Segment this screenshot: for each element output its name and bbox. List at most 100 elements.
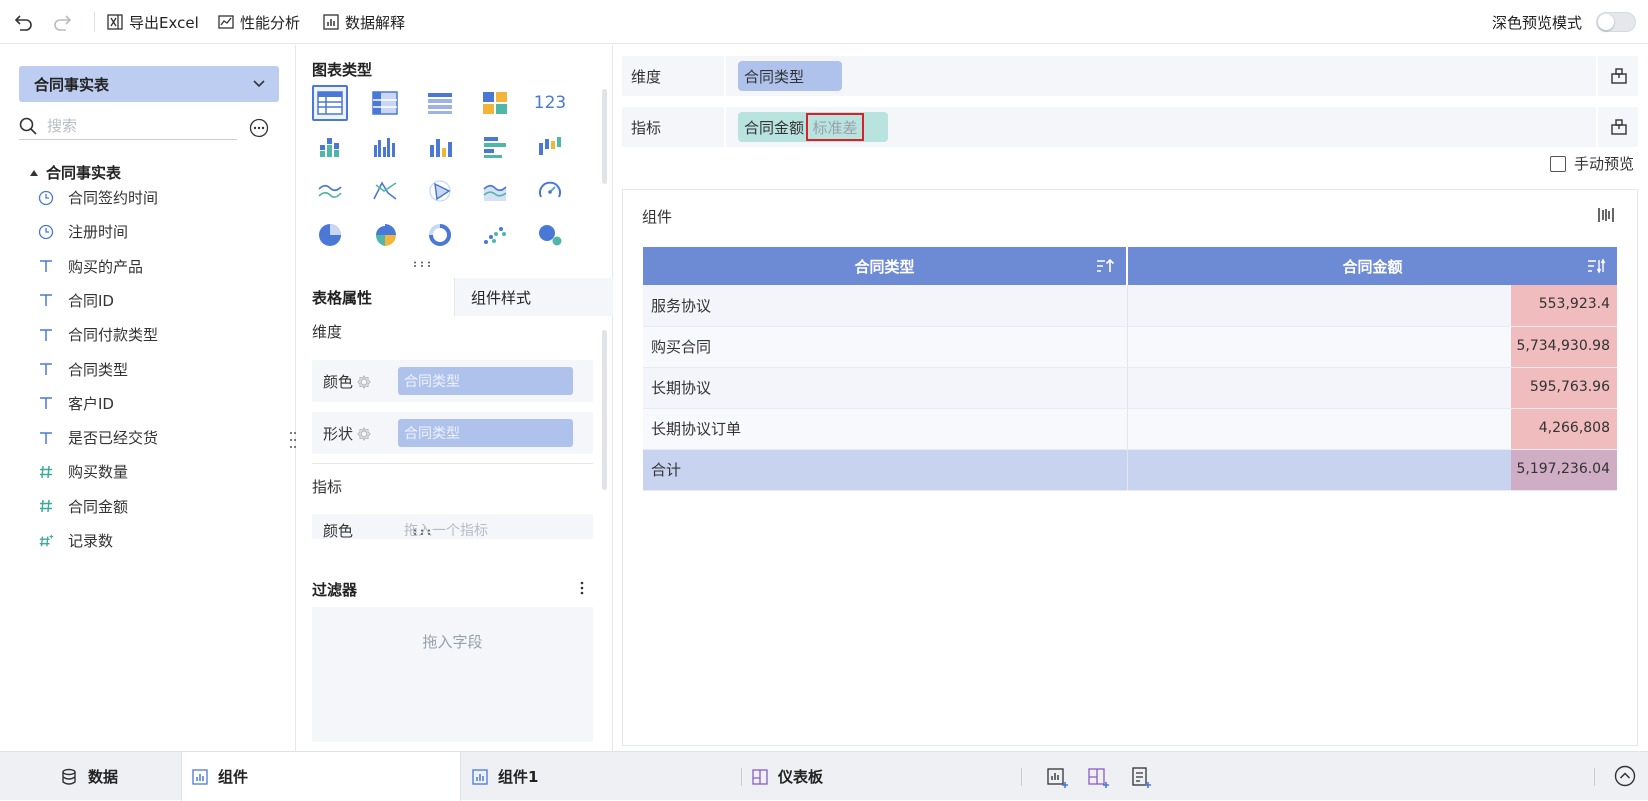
sort-ascending-icon[interactable]: [1096, 258, 1114, 274]
field-item[interactable]: 注册时间: [38, 221, 128, 242]
text-type-icon: [38, 430, 54, 446]
chart-type-stacked-bar[interactable]: [312, 129, 348, 165]
color-field-chip[interactable]: 合同类型: [398, 367, 573, 395]
polyline-icon: [373, 181, 397, 200]
field-label: 客户ID: [68, 394, 114, 413]
tab-data[interactable]: 数据: [60, 752, 118, 801]
performance-analysis-button[interactable]: 性能分析: [218, 11, 300, 33]
field-item[interactable]: 购买数量: [38, 461, 128, 482]
chart-type-pie[interactable]: [312, 217, 348, 253]
chart-type-gauge[interactable]: [532, 173, 568, 209]
field-item[interactable]: 是否已经交货: [38, 427, 158, 448]
collapse-up-icon[interactable]: [1614, 765, 1636, 787]
component-preview: 组件 合同类型 合同金额 服务协议 553,923.4 购买合同 5,734,9…: [622, 189, 1638, 746]
field-label: 合同金额: [68, 497, 129, 516]
chart-type-grouped-bar[interactable]: [367, 129, 403, 165]
tab-component-1[interactable]: 组件1: [472, 752, 538, 801]
table-row[interactable]: 长期协议订单 4,266,808: [643, 408, 1617, 450]
property-scrollbar[interactable]: [602, 330, 607, 490]
bubble-chart-icon: [539, 225, 562, 246]
settings-gear-icon[interactable]: [357, 426, 371, 441]
tab-dashboard[interactable]: 仪表板: [752, 752, 823, 801]
manual-preview-checkbox[interactable]: [1550, 155, 1566, 172]
filter-drag-handle-icon[interactable]: [412, 529, 432, 535]
field-item[interactable]: 合同付款类型: [38, 324, 158, 345]
data-explain-button[interactable]: 数据解释: [323, 11, 405, 33]
text-type-icon: [38, 395, 54, 411]
table-total-row[interactable]: 合计 5,197,236.04: [643, 449, 1617, 491]
chart-type-table[interactable]: [312, 85, 348, 121]
field-item[interactable]: 合同金额: [38, 496, 128, 517]
table-row[interactable]: 长期协议 595,763.96: [643, 367, 1617, 409]
shelf-separator: [1596, 107, 1598, 147]
clock-icon: [38, 190, 54, 206]
redo-icon[interactable]: [52, 12, 72, 32]
dimension-shelf[interactable]: 维度 合同类型: [622, 56, 1638, 96]
field-item[interactable]: 合同ID: [38, 290, 114, 311]
tree-root-table[interactable]: 合同事实表: [30, 162, 121, 183]
chart-type-bubble[interactable]: [532, 217, 568, 253]
chart-type-horizontal-bar[interactable]: [477, 129, 513, 165]
panel-drag-handle-icon[interactable]: [412, 261, 432, 267]
search-input[interactable]: [47, 116, 217, 135]
undo-icon[interactable]: [14, 12, 34, 32]
search-icon: [19, 117, 37, 135]
tab-component[interactable]: 组件: [181, 752, 461, 801]
hierarchy-icon[interactable]: [1610, 118, 1628, 136]
dark-mode-toggle[interactable]: [1596, 12, 1636, 32]
more-options-icon[interactable]: [249, 118, 269, 138]
measure-shelf[interactable]: 指标 合同金额 标准差: [622, 107, 1638, 147]
export-excel-label: 导出Excel: [129, 13, 199, 32]
measure-field-chip[interactable]: 合同金额 标准差: [738, 112, 888, 142]
sort-toggle-icon[interactable]: [1587, 258, 1605, 274]
dimension-chip-label: 合同类型: [744, 67, 805, 86]
shelf-separator: [724, 56, 726, 96]
add-dashboard-icon[interactable]: [1088, 766, 1110, 788]
field-item[interactable]: 合同签约时间: [38, 187, 158, 208]
vertical-more-icon[interactable]: [579, 581, 585, 595]
chart-type-kpi-card[interactable]: [477, 85, 513, 121]
chevron-down-icon: [253, 80, 265, 88]
hierarchy-icon[interactable]: [1610, 67, 1628, 85]
shape-field-chip[interactable]: 合同类型: [398, 419, 573, 447]
field-item[interactable]: 客户ID: [38, 393, 114, 414]
chart-type-line[interactable]: [312, 173, 348, 209]
add-component-icon[interactable]: [1047, 766, 1069, 788]
column-header-contract-amount[interactable]: 合同金额: [1127, 247, 1617, 285]
chart-type-number[interactable]: 123: [532, 85, 568, 121]
table-selector[interactable]: 合同事实表: [19, 66, 279, 102]
field-item[interactable]: 购买的产品: [38, 256, 143, 277]
chart-type-scrollbar[interactable]: [602, 89, 607, 184]
resize-grip-icon[interactable]: [289, 430, 297, 450]
data-table: 合同类型 合同金额 服务协议 553,923.4 购买合同 5,734,930.…: [643, 247, 1617, 491]
chart-type-polyline[interactable]: [367, 173, 403, 209]
chart-type-crosstab[interactable]: [367, 85, 403, 121]
tab-component-style[interactable]: 组件样式: [454, 278, 613, 316]
field-item[interactable]: 合同类型: [38, 359, 128, 380]
chart-type-column[interactable]: [422, 129, 458, 165]
chart-type-area[interactable]: [477, 173, 513, 209]
add-report-icon[interactable]: [1130, 766, 1152, 788]
chart-type-rose[interactable]: [367, 217, 403, 253]
column-width-icon[interactable]: [1597, 206, 1615, 224]
manual-preview-option[interactable]: 手动预览: [1550, 153, 1634, 174]
chart-type-range-bar[interactable]: [532, 129, 568, 165]
column-header-contract-type[interactable]: 合同类型: [643, 247, 1128, 285]
export-excel-button[interactable]: 导出Excel: [107, 11, 199, 33]
filter-drop-zone[interactable]: 拖入字段: [312, 607, 593, 742]
table-row[interactable]: 购买合同 5,734,930.98: [643, 326, 1617, 368]
chart-type-scatter[interactable]: [477, 217, 513, 253]
table-row[interactable]: 服务协议 553,923.4: [643, 285, 1617, 327]
bar-chart-icon: [323, 14, 339, 30]
field-label: 注册时间: [68, 223, 129, 242]
settings-gear-icon[interactable]: [357, 374, 371, 389]
aggregation-label-highlighted[interactable]: 标准差: [806, 113, 864, 141]
measure-chip-label: 合同金额: [744, 118, 805, 137]
chart-type-donut[interactable]: [422, 217, 458, 253]
table-chart-icon: [317, 91, 343, 115]
chart-type-detail-table[interactable]: [422, 85, 458, 121]
chart-type-radar[interactable]: [422, 173, 458, 209]
dimension-field-chip[interactable]: 合同类型: [738, 61, 842, 91]
field-item[interactable]: 记录数: [38, 530, 113, 551]
tab-table-properties[interactable]: 表格属性: [297, 278, 454, 316]
